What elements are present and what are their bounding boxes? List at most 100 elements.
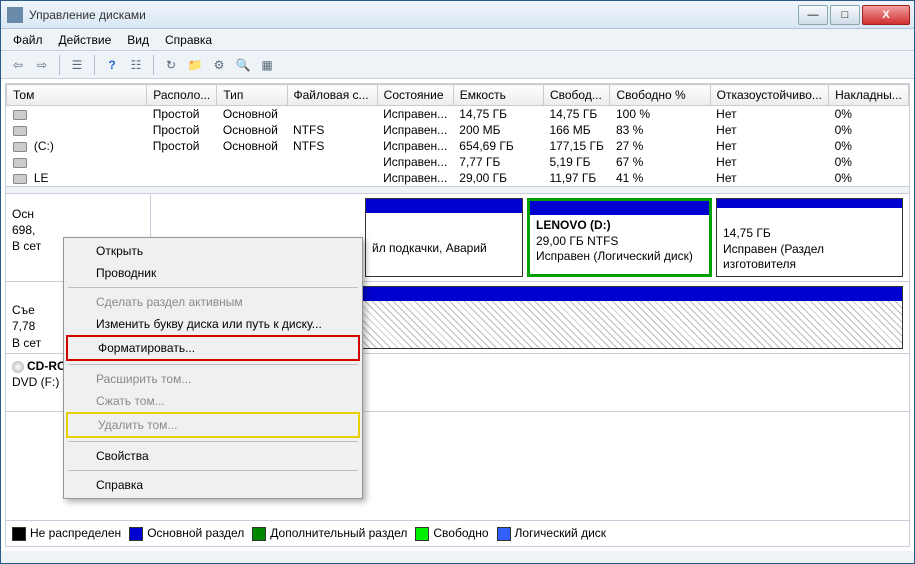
disk0-name: Осн (12, 206, 144, 222)
column-header[interactable]: Тип (217, 85, 287, 106)
show-hide-icon[interactable]: ☰ (66, 54, 88, 76)
menu-action[interactable]: Действие (51, 31, 120, 49)
column-header[interactable]: Свободно % (610, 85, 710, 106)
back-icon[interactable]: ⇦ (7, 54, 29, 76)
table-row[interactable]: LEИсправен...29,00 ГБ11,97 ГБ41 %Нет0% (7, 170, 909, 186)
content-area: ТомРасполо...ТипФайловая с...СостояниеЕм… (5, 83, 910, 547)
view-top-icon[interactable]: 🔍 (232, 54, 254, 76)
rescan-icon[interactable]: 📁 (184, 54, 206, 76)
properties-icon[interactable]: ☷ (125, 54, 147, 76)
partition[interactable]: йл подкачки, Аварий (365, 198, 523, 277)
toolbar: ⇦ ⇨ ☰ ? ☷ ↻ 📁 ⚙ 🔍 ▦ (1, 51, 914, 79)
lenovo-state: Исправен (Логический диск) (536, 249, 703, 265)
cell: 654,69 ГБ (453, 138, 543, 154)
legend-unallocated: Не распределен (12, 526, 121, 541)
table-row[interactable]: Исправен...7,77 ГБ5,19 ГБ67 %Нет0% (7, 154, 909, 170)
cell: Исправен... (377, 122, 453, 138)
volume-icon (13, 126, 27, 136)
cell: 100 % (610, 106, 710, 123)
cell: Простой (147, 138, 217, 154)
cell: 0% (829, 138, 909, 154)
column-header[interactable]: Накладны... (829, 85, 909, 106)
cell: 11,97 ГБ (543, 170, 610, 186)
column-header[interactable]: Состояние (377, 85, 453, 106)
refresh-icon[interactable]: ↻ (160, 54, 182, 76)
legend-primary: Основной раздел (129, 526, 244, 541)
window-title: Управление дисками (29, 8, 796, 22)
volume-icon (13, 174, 27, 184)
oem-state: Исправен (Раздел изготовителя (723, 242, 896, 273)
cell: 5,19 ГБ (543, 154, 610, 170)
volume-icon (13, 158, 27, 168)
cell: 14,75 ГБ (453, 106, 543, 123)
ctx-change-letter[interactable]: Изменить букву диска или путь к диску... (66, 313, 360, 335)
cell: Основной (217, 138, 287, 154)
table-row[interactable]: (C:)ПростойОсновнойNTFSИсправен...654,69… (7, 138, 909, 154)
close-button[interactable]: X (862, 5, 910, 25)
partition-lenovo[interactable]: LENOVO (D:) 29,00 ГБ NTFS Исправен (Логи… (527, 198, 712, 277)
cell: 177,15 ГБ (543, 138, 610, 154)
cell: NTFS (287, 122, 377, 138)
context-menu: Открыть Проводник Сделать раздел активны… (63, 237, 363, 499)
ctx-separator (68, 287, 358, 288)
legend-free: Свободно (415, 526, 488, 541)
cell (217, 170, 287, 186)
column-header[interactable]: Свобод... (543, 85, 610, 106)
cell (147, 170, 217, 186)
ctx-extend: Расширить том... (66, 368, 360, 390)
menu-view[interactable]: Вид (119, 31, 157, 49)
cell (217, 154, 287, 170)
cell: Простой (147, 106, 217, 123)
disk0-size: 698, (12, 222, 144, 238)
partition-oem[interactable]: 14,75 ГБ Исправен (Раздел изготовителя (716, 198, 903, 277)
minimize-button[interactable]: — (798, 5, 828, 25)
ctx-properties[interactable]: Свойства (66, 445, 360, 467)
cell (7, 154, 147, 170)
menu-file[interactable]: Файл (5, 31, 51, 49)
cell: (C:) (7, 138, 147, 154)
cell: 67 % (610, 154, 710, 170)
column-header[interactable]: Располо... (147, 85, 217, 106)
settings-icon[interactable]: ⚙ (208, 54, 230, 76)
ctx-explorer[interactable]: Проводник (66, 262, 360, 284)
ctx-shrink: Сжать том... (66, 390, 360, 412)
column-header[interactable]: Емкость (453, 85, 543, 106)
cell: Нет (710, 138, 828, 154)
titlebar[interactable]: Управление дисками — □ X (1, 1, 914, 29)
ctx-open[interactable]: Открыть (66, 240, 360, 262)
table-row[interactable]: ПростойОсновнойNTFSИсправен...200 МБ166 … (7, 122, 909, 138)
statusbar (1, 551, 914, 563)
splitter[interactable] (6, 186, 909, 194)
view-bottom-icon[interactable]: ▦ (256, 54, 278, 76)
cell: 83 % (610, 122, 710, 138)
toolbar-separator (94, 55, 95, 75)
legend-extended: Дополнительный раздел (252, 526, 407, 541)
legend-logical: Логический диск (497, 526, 607, 541)
forward-icon[interactable]: ⇨ (31, 54, 53, 76)
cell: Нет (710, 154, 828, 170)
volume-table[interactable]: ТомРасполо...ТипФайловая с...СостояниеЕм… (6, 84, 909, 186)
volume-icon (13, 110, 27, 120)
ctx-help[interactable]: Справка (66, 474, 360, 496)
cell (7, 122, 147, 138)
cell: Исправен... (377, 170, 453, 186)
cell: 0% (829, 106, 909, 123)
ctx-separator (68, 441, 358, 442)
cell: Нет (710, 170, 828, 186)
help-icon[interactable]: ? (101, 54, 123, 76)
cell: NTFS (287, 138, 377, 154)
table-row[interactable]: ПростойОсновнойИсправен...14,75 ГБ14,75 … (7, 106, 909, 123)
toolbar-separator (59, 55, 60, 75)
column-header[interactable]: Том (7, 85, 147, 106)
ctx-format[interactable]: Форматировать... (66, 335, 360, 361)
cell: LE (7, 170, 147, 186)
cell: Основной (217, 106, 287, 123)
toolbar-separator (153, 55, 154, 75)
cell (287, 170, 377, 186)
cell: Нет (710, 122, 828, 138)
menu-help[interactable]: Справка (157, 31, 220, 49)
legend-bar: Не распределен Основной раздел Дополните… (6, 520, 909, 546)
column-header[interactable]: Отказоустойчиво... (710, 85, 828, 106)
maximize-button[interactable]: □ (830, 5, 860, 25)
column-header[interactable]: Файловая с... (287, 85, 377, 106)
